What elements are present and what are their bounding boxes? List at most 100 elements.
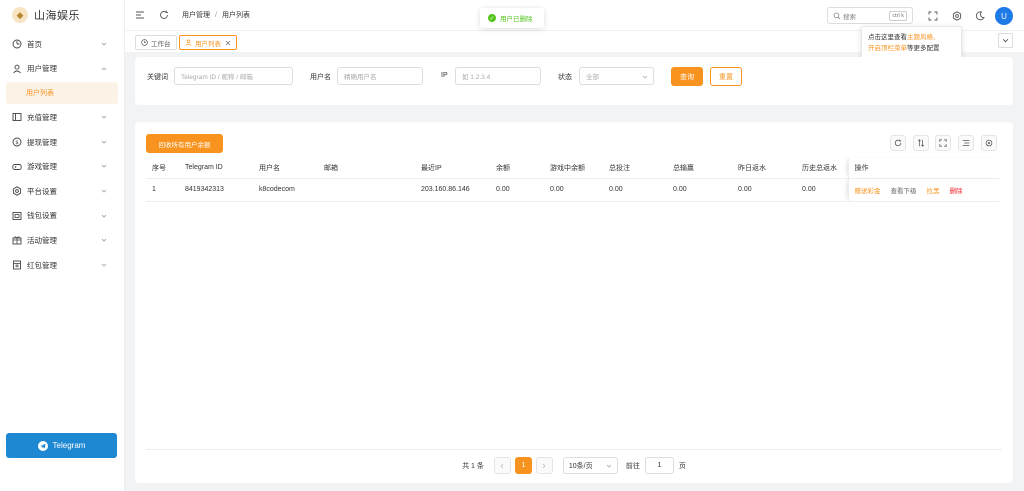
next-page-button[interactable] xyxy=(535,457,553,474)
cell-balance: 0.00 xyxy=(490,178,544,202)
search-placeholder: 搜索 xyxy=(843,13,856,21)
breadcrumb-separator: / xyxy=(215,12,217,19)
sidebar-item-label: 活动管理 xyxy=(27,235,57,245)
search-input[interactable]: 搜索 ctrl k xyxy=(827,7,913,24)
cell-telegram-id: 8419342313 xyxy=(179,178,253,202)
sidebar-item-red-packets[interactable]: 红包管理 xyxy=(0,253,124,278)
reset-button[interactable]: 重置 xyxy=(710,67,742,86)
breadcrumb-item[interactable]: 用户管理 xyxy=(182,12,210,19)
dark-mode-icon[interactable] xyxy=(975,11,985,21)
ip-placeholder: 如 1.2.3.4 xyxy=(462,74,491,81)
table-density-button[interactable] xyxy=(913,135,929,151)
tabs-dropdown-button[interactable] xyxy=(998,33,1013,48)
page-size-select[interactable]: 10条/页 xyxy=(562,457,618,474)
ip-label: IP xyxy=(441,72,448,79)
chevron-right-icon xyxy=(543,463,546,468)
sidebar-item-wallet[interactable]: 钱包设置 xyxy=(0,204,124,229)
logo-icon: ◆ xyxy=(12,7,28,23)
game-icon xyxy=(12,163,22,170)
blacklist-link[interactable]: 拉黑 xyxy=(927,188,940,195)
sidebar-subitem-user-list[interactable]: 用户列表 xyxy=(6,82,118,105)
sidebar-item-label: 充值管理 xyxy=(27,112,57,122)
table-settings-button[interactable] xyxy=(981,135,997,151)
tooltip-prefix: 点击这里查看 xyxy=(868,34,907,41)
ip-input[interactable]: 如 1.2.3.4 xyxy=(455,67,541,85)
columns-icon xyxy=(962,140,970,146)
tooltip-topbar-link[interactable]: 开启顶栏菜单 xyxy=(868,45,907,52)
chevron-down-icon xyxy=(101,42,107,46)
sidebar-item-label: 红包管理 xyxy=(27,260,57,270)
column-header: 操作 xyxy=(847,158,1001,179)
chevron-down-icon xyxy=(101,238,107,242)
chevron-down-icon xyxy=(101,140,107,144)
tab-user-list[interactable]: 用户列表 xyxy=(179,35,237,50)
table-row: 1 8419342313 k8codecom 203.160.86.146 0.… xyxy=(146,178,1001,202)
recycle-balance-button[interactable]: 回收所有用户余额 xyxy=(146,134,223,153)
sidebar-item-users[interactable]: 用户管理 xyxy=(0,57,124,82)
sidebar-item-recharge[interactable]: 充值管理 xyxy=(0,105,124,130)
table-fullscreen-button[interactable] xyxy=(935,135,951,151)
sort-icon xyxy=(917,139,925,147)
telegram-icon xyxy=(37,440,48,451)
sidebar-item-games[interactable]: 游戏管理 xyxy=(0,154,124,179)
table-columns-button[interactable] xyxy=(958,135,974,151)
username-input[interactable]: 精确用户名 xyxy=(337,67,423,85)
view-subordinates-link[interactable]: 查看下级 xyxy=(891,188,917,195)
cell-email xyxy=(318,178,415,202)
tab-label: 工作台 xyxy=(151,40,171,48)
chevron-left-icon xyxy=(500,463,504,468)
column-header: 用户名 xyxy=(253,158,318,179)
page-unit-label: 页 xyxy=(678,462,686,470)
gift-bonus-link[interactable]: 赠送彩金 xyxy=(855,188,881,195)
settings-gear-icon[interactable] xyxy=(952,11,962,21)
chevron-down-icon xyxy=(1002,39,1009,43)
user-table: 序号 Telegram ID 用户名 邮箱 最近IP 余额 游戏中余额 总投注 … xyxy=(146,158,1001,202)
breadcrumb: 用户管理 / 用户列表 xyxy=(182,10,250,20)
sidebar-item-platform[interactable]: 平台设置 xyxy=(0,179,124,204)
page-number-current[interactable]: 1 xyxy=(514,457,532,474)
chevron-down-icon xyxy=(101,165,107,168)
app-name: 山海娱乐 xyxy=(34,10,80,22)
sidebar-item-label: 用户管理 xyxy=(27,64,57,74)
recharge-icon xyxy=(12,113,22,122)
chevron-down-icon xyxy=(101,115,107,119)
table-refresh-button[interactable] xyxy=(890,135,906,151)
telegram-button[interactable]: Telegram xyxy=(6,433,117,458)
status-label: 状态 xyxy=(558,74,572,81)
telegram-button-label: Telegram xyxy=(52,441,86,450)
chevron-down-icon xyxy=(101,263,107,267)
fullscreen-icon[interactable] xyxy=(928,11,938,21)
page-size-value: 10条/页 xyxy=(568,462,593,470)
page-jump-input[interactable]: 1 xyxy=(644,457,674,474)
sidebar-item-withdraw[interactable]: $ 提现管理 xyxy=(0,130,124,155)
chevron-down-icon xyxy=(101,214,107,218)
close-icon[interactable] xyxy=(225,40,231,46)
query-button[interactable]: 查询 xyxy=(671,67,703,86)
success-toast: ✓ 用户已删除 xyxy=(480,8,544,28)
table-header: 序号 Telegram ID 用户名 邮箱 最近IP 余额 游戏中余额 总投注 … xyxy=(146,158,1001,179)
cell-total-rebate: 0.00 xyxy=(796,178,848,202)
keyword-input[interactable]: Telegram ID / 昵称 / 邮箱 xyxy=(174,67,293,85)
tab-workbench[interactable]: 工作台 xyxy=(135,35,177,50)
user-icon xyxy=(13,64,21,74)
column-header: 昨日返水 xyxy=(732,158,796,179)
settings-icon xyxy=(12,186,22,196)
delete-link[interactable]: 删除 xyxy=(950,188,963,195)
refresh-icon[interactable] xyxy=(159,10,169,20)
pagination-total: 共 1 条 xyxy=(462,462,484,470)
sidebar-menu: 首页 用户管理 用户列表 充值管理 $ 提现管理 游戏管理 平台设置 钱包设置 … xyxy=(0,32,124,277)
tooltip-theme-link[interactable]: 主题风格 xyxy=(907,34,933,41)
menu-collapse-icon[interactable] xyxy=(135,10,145,20)
column-header: Telegram ID xyxy=(179,158,253,179)
avatar[interactable]: U xyxy=(995,7,1013,25)
sidebar-item-home[interactable]: 首页 xyxy=(0,32,124,57)
filter-panel: 关键词 Telegram ID / 昵称 / 邮箱 用户名 精确用户名 IP 如… xyxy=(135,57,1013,105)
chevron-down-icon xyxy=(642,75,648,79)
settings-tooltip: 点击这里查看主题风格、 开启顶栏菜单等更多配置 xyxy=(861,26,962,59)
sidebar-item-activities[interactable]: 活动管理 xyxy=(0,228,124,253)
column-header: 总投注 xyxy=(603,158,667,179)
jump-label: 前往 xyxy=(625,462,640,470)
status-select[interactable]: 全部 xyxy=(579,67,654,85)
prev-page-button[interactable] xyxy=(493,457,511,474)
logo[interactable]: ◆ 山海娱乐 xyxy=(0,0,124,30)
